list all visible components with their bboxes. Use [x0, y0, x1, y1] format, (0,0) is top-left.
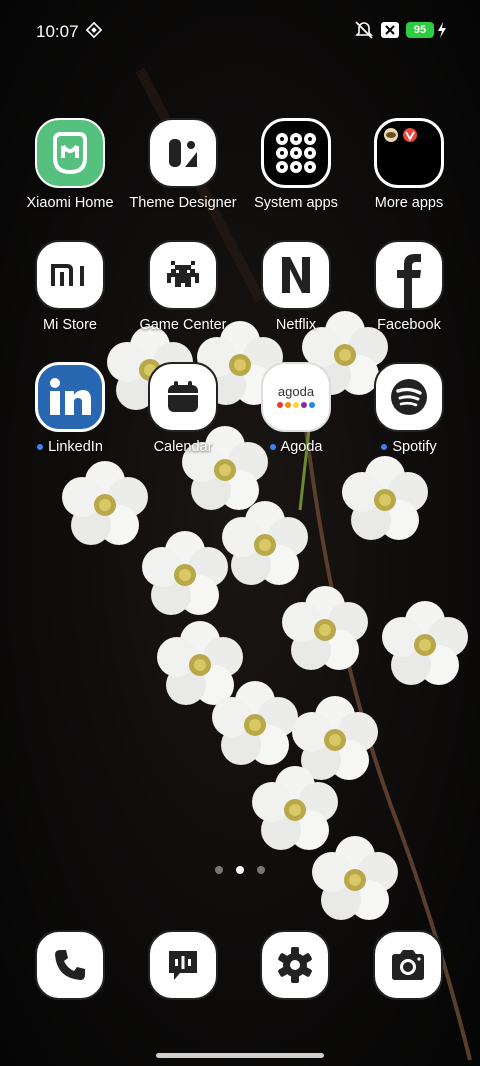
page-dot[interactable]: [257, 866, 265, 874]
camera-icon: [392, 950, 424, 980]
app-label: Facebook: [377, 317, 441, 333]
app-label: Game Center: [139, 317, 227, 333]
app-xiaomi-home[interactable]: Xiaomi Home: [14, 118, 126, 211]
app-label: Calendar: [153, 439, 213, 455]
more-apps-folder-icon: [374, 118, 444, 188]
app-more-apps-folder[interactable]: More apps: [353, 118, 465, 211]
game-center-icon: [148, 240, 218, 310]
theme-designer-icon: [148, 118, 218, 188]
app-theme-designer[interactable]: Theme Designer: [127, 118, 239, 211]
app-label: Theme Designer: [129, 195, 237, 211]
app-label: System apps: [254, 195, 338, 211]
dock-settings-button[interactable]: [260, 930, 330, 1000]
xiaomi-home-icon: [35, 118, 105, 188]
app-label: Netflix: [275, 317, 317, 333]
spotify-icon: [374, 362, 444, 432]
dock-camera-button[interactable]: [373, 930, 443, 1000]
agoda-logo-text: agoda: [277, 384, 315, 399]
status-bar: 10:07 95: [0, 0, 480, 62]
app-label: Mi Store: [43, 317, 97, 333]
status-time: 10:07: [36, 22, 79, 41]
app-agoda[interactable]: agoda Agoda: [240, 362, 352, 455]
mute-icon: [355, 21, 373, 39]
messages-icon: [169, 951, 197, 980]
no-sim-icon: [381, 22, 399, 38]
facebook-icon: [374, 240, 444, 310]
phone-icon: [55, 950, 85, 980]
app-label: Xiaomi Home: [26, 195, 114, 211]
agoda-icon: agoda: [261, 362, 331, 432]
dock-phone-button[interactable]: [35, 930, 105, 1000]
app-calendar[interactable]: Calendar: [127, 362, 239, 455]
page-indicator[interactable]: [0, 866, 480, 876]
app-linkedin[interactable]: LinkedIn: [14, 362, 126, 455]
app-mi-store[interactable]: Mi Store: [14, 240, 126, 333]
page-dot[interactable]: [215, 866, 223, 874]
netflix-icon: [261, 240, 331, 310]
app-spotify[interactable]: Spotify: [353, 362, 465, 455]
new-install-dot: [37, 444, 44, 450]
charging-icon: [438, 22, 446, 38]
app-game-center[interactable]: Game Center: [127, 240, 239, 333]
settings-icon: [278, 947, 312, 983]
battery-indicator: 95: [406, 22, 434, 38]
app-label: Spotify: [353, 439, 465, 455]
app-label: Agoda: [240, 439, 352, 455]
app-netflix[interactable]: Netflix: [240, 240, 352, 333]
calendar-icon: [148, 362, 218, 432]
dock-messages-button[interactable]: [148, 930, 218, 1000]
gesture-nav-bar[interactable]: [156, 1053, 324, 1058]
diamond-icon: [86, 22, 102, 38]
new-install-dot: [269, 444, 276, 450]
system-apps-folder-icon: [261, 118, 331, 188]
app-system-apps-folder[interactable]: System apps: [240, 118, 352, 211]
app-label: More apps: [374, 195, 444, 211]
new-install-dot: [381, 444, 388, 450]
mi-store-icon: [35, 240, 105, 310]
app-facebook[interactable]: Facebook: [353, 240, 465, 333]
app-label: LinkedIn: [14, 439, 126, 455]
linkedin-icon: [35, 362, 105, 432]
page-dot-active[interactable]: [236, 866, 244, 874]
